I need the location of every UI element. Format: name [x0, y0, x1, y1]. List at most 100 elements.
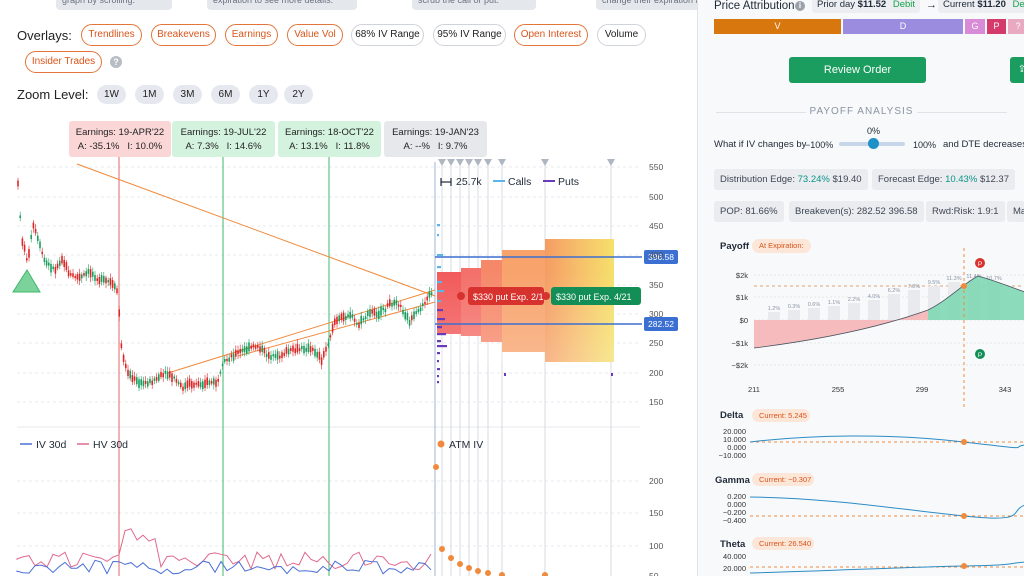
- payoff-chart[interactable]: 1.2% 0.3% 0.6% 1.1% 2.2% 4.0% 6.2% 7.8% 9.5% 11.3…: [698, 248, 1024, 408]
- candle-body: [281, 352, 283, 358]
- candle-body: [411, 315, 413, 321]
- iv-slider-thumb[interactable]: [868, 138, 879, 149]
- candle-body: [217, 378, 219, 382]
- earnings-box-apr[interactable]: Earnings: 19-APR'22 A: -35.1% I: 10.0%: [69, 121, 171, 157]
- candle-body: [215, 379, 217, 387]
- candle-body: [400, 304, 402, 307]
- candle-body: [287, 348, 290, 355]
- greeks-charts[interactable]: Delta Current: 5.245 20.000 10.000 0.000…: [698, 405, 1024, 576]
- candle-body: [78, 273, 81, 281]
- oi-bar: [437, 340, 441, 343]
- candle-body: [122, 354, 125, 362]
- attribution-vega[interactable]: V: [714, 19, 841, 34]
- payoff-bar-label: 1.1%: [828, 300, 841, 306]
- leg-2-dot: [542, 292, 550, 300]
- earnings-box-jul[interactable]: Earnings: 19-JUL'22 A: 7.3% I: 14.6%: [172, 121, 275, 157]
- candle-body: [45, 260, 48, 266]
- svg-text:150: 150: [649, 397, 663, 407]
- candle-body: [402, 309, 404, 315]
- candle-body: [237, 350, 239, 355]
- trendline-down: [76, 163, 436, 297]
- forecast-edge: Forecast Edge: 10.43% $12.37: [872, 169, 1015, 190]
- candle-body: [191, 381, 193, 389]
- candle-body: [294, 348, 296, 354]
- attribution-other[interactable]: ?: [1008, 19, 1024, 34]
- candle-body: [96, 278, 98, 281]
- info-icon[interactable]: i: [795, 1, 805, 11]
- svg-text:550: 550: [649, 162, 663, 172]
- candle-body: [415, 311, 417, 314]
- oi-bar: [437, 352, 440, 355]
- theta-label: Theta: [720, 539, 746, 550]
- review-order-button[interactable]: Review Order: [789, 57, 926, 83]
- attribution-delta[interactable]: D: [843, 19, 963, 34]
- svg-text:P: P: [978, 352, 982, 359]
- attribution-p[interactable]: P: [987, 19, 1006, 34]
- candle-body: [356, 322, 358, 325]
- payoff-bar: [828, 306, 840, 320]
- candle-body: [422, 303, 424, 307]
- whatif-prefix: What if IV changes by: [714, 139, 807, 150]
- candle-body: [125, 363, 127, 369]
- oi-bar: [437, 345, 447, 348]
- expiration-markers: [438, 159, 615, 166]
- earnings-box-oct[interactable]: Earnings: 18-OCT'22 A: 13.1% I: 11.8%: [278, 121, 381, 157]
- candle-body: [430, 292, 433, 296]
- candle-body: [140, 379, 142, 386]
- candle-body: [406, 312, 409, 321]
- candle-body: [199, 382, 202, 388]
- candle-body: [158, 374, 160, 381]
- payoff-bar-label: 6.2%: [888, 288, 901, 294]
- atm-iv-dot: [457, 561, 463, 567]
- candle-body: [224, 358, 226, 362]
- attribution-gamma[interactable]: G: [965, 19, 985, 34]
- candle-body: [338, 315, 340, 322]
- candle-body: [74, 276, 76, 279]
- candle-body: [30, 235, 32, 239]
- candle-body: [424, 301, 426, 304]
- gamma-label: Gamma: [715, 475, 751, 486]
- svg-text:200: 200: [649, 476, 663, 486]
- candle-body: [369, 309, 371, 317]
- candle-body: [151, 380, 153, 386]
- candle-body: [23, 244, 26, 252]
- candle-body: [98, 277, 101, 285]
- candle-body: [41, 251, 43, 255]
- candle-body: [56, 263, 59, 269]
- slider-max: 100%: [913, 140, 937, 150]
- candle-body: [32, 222, 35, 229]
- candle-body: [100, 275, 103, 283]
- candle-body: [184, 382, 186, 390]
- payoff-profit-area: [928, 276, 1024, 320]
- svg-text:−0.400: −0.400: [723, 516, 746, 525]
- candle-body: [265, 353, 268, 358]
- candle-body: [166, 371, 169, 379]
- candle-body: [331, 323, 334, 333]
- price-candles: [17, 177, 433, 395]
- candle-body: [279, 355, 281, 359]
- price-chart[interactable]: 396.58 282.52 $330 put Exp. 2/10 $330 pu…: [0, 0, 697, 576]
- candle-body: [263, 347, 266, 354]
- candle-body: [144, 380, 147, 384]
- payoff-analysis-heading: PAYOFF ANALYSIS: [698, 106, 1024, 117]
- oi-bar: [437, 281, 442, 284]
- candle-body: [391, 303, 393, 307]
- candle-body: [162, 373, 164, 378]
- candle-body: [72, 273, 74, 277]
- earnings-box-jan[interactable]: Earnings: 19-JAN'23 A: --% I: 9.7%: [384, 121, 487, 157]
- svg-text:350: 350: [649, 280, 663, 290]
- candle-body: [230, 354, 233, 358]
- candle-body: [50, 263, 52, 273]
- price-attribution-panel: Price Attribution i Prior day $11.52 Deb…: [697, 0, 1024, 576]
- candle-body: [329, 335, 332, 338]
- candle-body: [107, 280, 109, 283]
- oi-bar: [611, 373, 613, 376]
- oi-bar: [437, 333, 446, 336]
- candle-body: [246, 346, 248, 354]
- candle-body: [59, 260, 61, 266]
- candle-body: [48, 262, 50, 266]
- svg-text:500: 500: [649, 192, 663, 202]
- candle-body: [202, 381, 204, 389]
- share-icon[interactable]: ⇪: [1010, 57, 1024, 83]
- candle-body: [54, 266, 57, 274]
